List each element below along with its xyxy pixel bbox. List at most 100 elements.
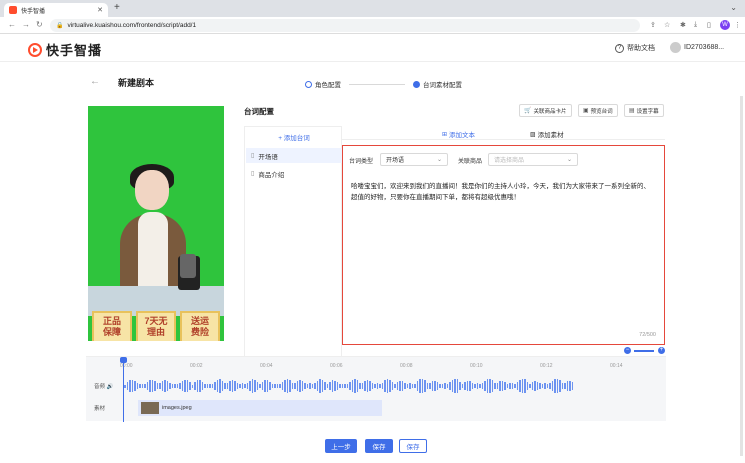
waveform-bar [271,383,273,389]
waveform-bar [336,382,338,390]
back-arrow-icon[interactable]: ← [8,20,16,29]
browser-tab[interactable]: 快手智播 ✕ [4,3,108,17]
host-face [135,170,169,210]
waveform-bar [319,379,321,393]
waveform-bar [481,383,483,389]
waveform-bar [544,383,546,389]
tab-add-material[interactable]: ▨ 添加素材 [530,129,564,140]
bookmark-star-icon[interactable]: ☆ [664,21,670,29]
timeline-ruler[interactable]: 00:00 00:02 00:04 00:06 00:08 00:10 00:1… [86,357,666,374]
download-icon[interactable]: ⤓ [694,21,697,29]
waveform-bar [201,381,203,391]
waveform-bar [306,384,308,388]
related-product-select[interactable]: 请选择商品 ⌄ [488,153,578,166]
waveform-bar [494,383,496,389]
playhead[interactable] [123,357,124,422]
back-arrow-icon[interactable]: ← [90,76,100,87]
host-shirt [138,212,168,292]
material-clip[interactable]: images.jpeg [138,400,382,416]
cart-icon: 🛒 [524,108,532,114]
app-header: 快手智播 ? 帮助文档 ID2703688... [0,34,745,62]
waveform-bar [276,383,278,389]
profile-avatar[interactable]: W [720,20,730,30]
waveform-bar [389,379,391,393]
waveform-bar [246,382,248,389]
related-product-label: 关联商品 [458,159,483,165]
waveform-bar [396,381,398,391]
extensions-icon[interactable]: ✱ [680,21,686,29]
waveform-bar [409,383,411,389]
char-counter: 72/500 [639,332,656,338]
script-item-product-intro[interactable]: ▯ 商品介绍 [246,166,342,181]
script-type-select[interactable]: 开场语 ⌄ [380,153,448,166]
waveform-bar [191,384,193,388]
script-textarea[interactable]: 哈喽宝宝们，欢迎来到我们的直播间！我是你们的主持人小玲，今天，我们为大家带来了一… [351,181,656,203]
address-bar[interactable]: 🔒 virtualive.kuaishou.com/frontend/scrip… [50,19,640,32]
waveform-bar [399,380,401,392]
chevron-down-icon: ⌄ [566,157,572,163]
waveform-bar [379,384,381,388]
script-item-opening[interactable]: ▯ 开场语 [246,148,342,163]
prev-step-button[interactable]: 上一步 [325,439,357,453]
waveform-bar [524,379,526,393]
preview-script-button[interactable]: ▣ 预览台词 [578,104,618,117]
waveform-bar [179,383,181,389]
waveform-bar [421,379,423,393]
zoom-track[interactable] [634,350,654,352]
waveform-bar [569,381,571,391]
brand-logo[interactable]: 快手智播 [28,40,102,59]
reload-icon[interactable]: ↻ [36,20,43,29]
waveform-bar [456,379,458,393]
forward-arrow-icon[interactable]: → [22,20,30,29]
waveform-bar [171,384,173,388]
waveform-bar [564,383,566,389]
save-button[interactable]: 保存 [365,439,393,453]
tab-add-text[interactable]: ⊞ 添加文本 [442,129,475,140]
waveform-bar [214,381,216,390]
waveform-bar [321,379,323,393]
zoom-in-icon[interactable]: + [658,347,665,354]
waveform-bar [206,383,208,389]
menu-kebab-icon[interactable]: ⋮ [734,21,741,29]
script-editor[interactable]: 台词类型 开场语 ⌄ 关联商品 请选择商品 ⌄ 哈喽宝宝们，欢迎来到我们的直播间… [342,145,665,345]
add-script-button[interactable]: + 添加台词 [245,132,343,142]
share-icon[interactable]: ⇪ [650,21,656,29]
waveform-bar [126,381,128,391]
waveform-bar [429,383,431,389]
timeline: 00:00 00:02 00:04 00:06 00:08 00:10 00:1… [86,356,666,422]
waveform-bar [539,383,541,389]
waveform-bar [416,381,418,391]
waveform-bar [484,381,486,391]
user-menu[interactable]: ID2703688... [670,42,724,53]
page-scrollbar[interactable] [740,96,743,456]
save-secondary-button[interactable]: 保存 [399,439,427,453]
waveform-bar [414,383,416,389]
waveform-bar [304,383,306,389]
tab-search-chevron-icon[interactable]: ⌄ [730,3,737,12]
subtitle-settings-button[interactable]: ▤ 设置字幕 [624,104,664,117]
zoom-out-icon[interactable]: − [624,347,631,354]
waveform-bar [301,381,303,391]
waveform-bar [236,382,238,390]
audio-waveform[interactable] [124,378,594,394]
waveform-bar [459,381,461,391]
waveform-bar [461,384,463,388]
new-tab-icon[interactable]: + [114,2,120,13]
waveform-bar [159,383,161,389]
waveform-bar [196,380,198,392]
waveform-bar [471,382,473,390]
timeline-zoom-slider[interactable]: − + [620,347,666,355]
step-role-config[interactable]: 角色配置 [305,79,341,89]
step-script-config[interactable]: 台词素材配置 [413,79,462,89]
playhead-handle[interactable] [120,357,127,363]
sidepanel-icon[interactable]: ▯ [707,21,711,29]
waveform-bar [289,380,291,392]
link-product-card-button[interactable]: 🛒 关联商品卡片 [519,104,572,117]
help-docs-link[interactable]: ? 帮助文档 [615,43,655,53]
waveform-bar [401,380,403,392]
waveform-bar [536,381,538,391]
step-dot-icon [413,80,420,88]
waveform-bar [186,379,188,393]
close-tab-icon[interactable]: ✕ [97,6,103,14]
waveform-bar [229,380,231,392]
